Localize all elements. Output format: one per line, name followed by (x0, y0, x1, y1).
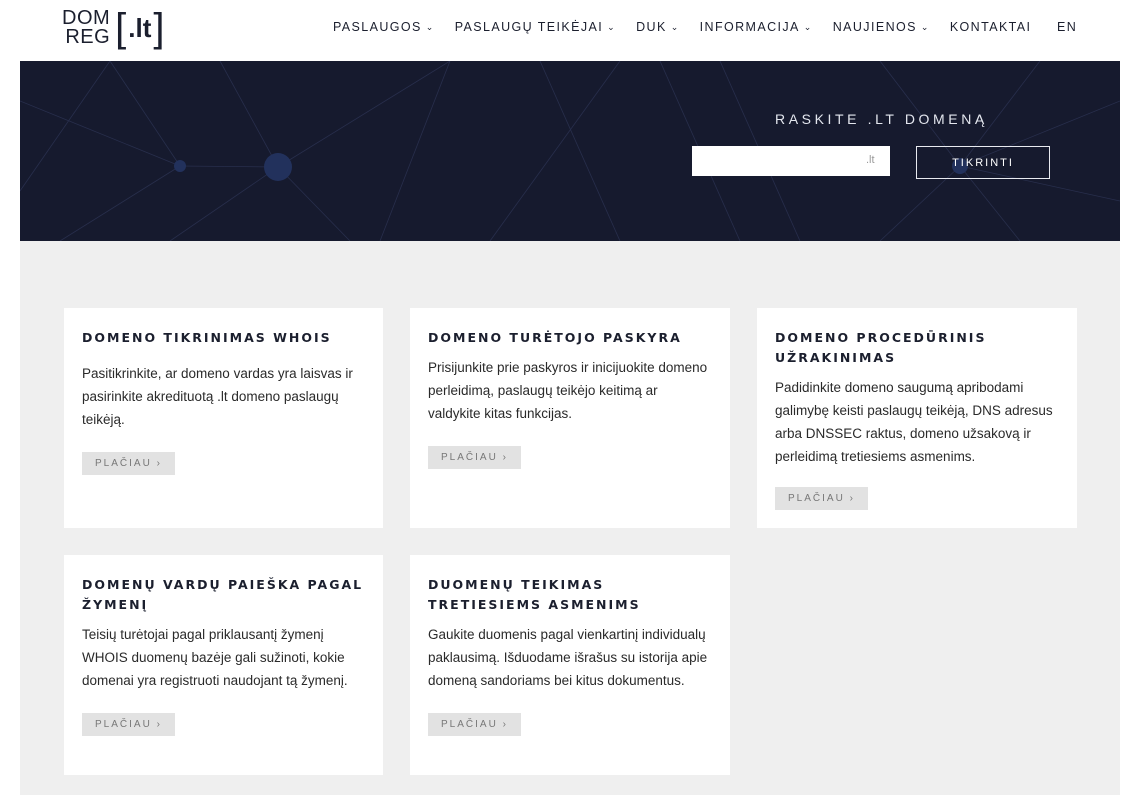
card-text: Pasitikrinkite, ar domeno vardas yra lai… (82, 366, 353, 427)
card-trademark-search: DOMENŲ VARDŲ PAIEŠKA PAGAL ŽYMENĮ Teisių… (64, 555, 383, 775)
nav-label: KONTAKTAI (949, 20, 1032, 34)
nav-label: PASLAUGŲ TEIKĖJAI (454, 20, 604, 34)
card-third-party-data: DUOMENŲ TEIKIMAS TRETIESIEMS ASMENIMS Ga… (410, 555, 730, 775)
logo-bracket: [ .lt ] (115, 8, 164, 48)
chevron-down-icon: ⌄ (920, 22, 930, 32)
nav-label: PASLAUGOS (333, 20, 422, 34)
card-whois: DOMENO TIKRINIMAS WHOIS Pasitikrinkite, … (64, 308, 383, 528)
more-button[interactable]: PLAČIAU › (82, 452, 175, 475)
more-button[interactable]: PLAČIAU › (775, 487, 868, 510)
card-text: Padidinkite domeno saugumą apribodami ga… (775, 380, 1053, 464)
domreg-logo[interactable]: DOM REG [ .lt ] (62, 6, 165, 50)
card-title: DUOMENŲ TEIKIMAS TRETIESIEMS ASMENIMS (428, 577, 641, 612)
logo-bracket-open: [ (115, 6, 127, 50)
domain-suffix: .lt (866, 154, 875, 166)
language-switch-en[interactable]: EN (1057, 20, 1077, 34)
main-nav: PASLAUGOS ⌄ PASLAUGŲ TEIKĖJAI ⌄ DUK ⌄ INFOR… (333, 20, 1051, 34)
nav-item-informacija[interactable]: INFORMACIJA ⌄ (700, 20, 813, 34)
chevron-down-icon: ⌄ (803, 22, 813, 32)
nav-item-paslaugos[interactable]: PASLAUGOS ⌄ (333, 20, 435, 34)
card-title: DOMENO TIKRINIMAS WHOIS (82, 330, 332, 345)
hero-title: RASKITE .LT DOMENĄ (775, 111, 988, 127)
card-title: DOMENO TURĖTOJO PASKYRA (428, 330, 682, 345)
domain-search-input[interactable] (692, 146, 890, 176)
logo-bracket-close: ] (153, 6, 165, 50)
services-section: DOMENO TIKRINIMAS WHOIS Pasitikrinkite, … (20, 241, 1120, 795)
more-button[interactable]: PLAČIAU › (82, 713, 175, 736)
nav-item-duk[interactable]: DUK ⌄ (636, 20, 680, 34)
card-text: Gaukite duomenis pagal vienkartinį indiv… (428, 627, 708, 688)
nav-item-naujienos[interactable]: NAUJIENOS ⌄ (833, 20, 930, 34)
check-domain-button[interactable]: TIKRINTI (916, 146, 1050, 179)
nav-label: INFORMACIJA (699, 20, 800, 34)
nav-item-kontaktai[interactable]: KONTAKTAI (950, 20, 1032, 34)
logo-line2: REG (65, 26, 111, 48)
chevron-down-icon: ⌄ (425, 22, 435, 32)
card-title: DOMENO PROCEDŪRINIS UŽRAKINIMAS (775, 330, 987, 365)
card-title: DOMENŲ VARDŲ PAIEŠKA PAGAL ŽYMENĮ (82, 577, 364, 612)
logo-words: DOM REG (62, 8, 111, 48)
nav-item-paslaugu-teikejai[interactable]: PASLAUGŲ TEIKĖJAI ⌄ (455, 20, 616, 34)
card-account: DOMENO TURĖTOJO PASKYRA Prisijunkite pri… (410, 308, 730, 528)
card-lock: DOMENO PROCEDŪRINIS UŽRAKINIMAS Padidink… (757, 308, 1077, 528)
chevron-down-icon: ⌄ (607, 22, 617, 32)
card-text: Teisių turėtojai pagal priklausantį žyme… (82, 627, 348, 688)
logo-lt: .lt (128, 12, 152, 43)
site-header: DOM REG [ .lt ] PASLAUGOS ⌄ PASLAUGŲ TEIK… (0, 0, 1131, 61)
nav-label: NAUJIENOS (832, 20, 917, 34)
chevron-down-icon: ⌄ (670, 22, 680, 32)
nav-label: DUK (636, 20, 667, 34)
card-text: Prisijunkite prie paskyros ir inicijuoki… (428, 360, 708, 421)
more-button[interactable]: PLAČIAU › (428, 713, 521, 736)
hero-banner: RASKITE .LT DOMENĄ .lt TIKRINTI (20, 61, 1120, 241)
more-button[interactable]: PLAČIAU › (428, 446, 521, 469)
